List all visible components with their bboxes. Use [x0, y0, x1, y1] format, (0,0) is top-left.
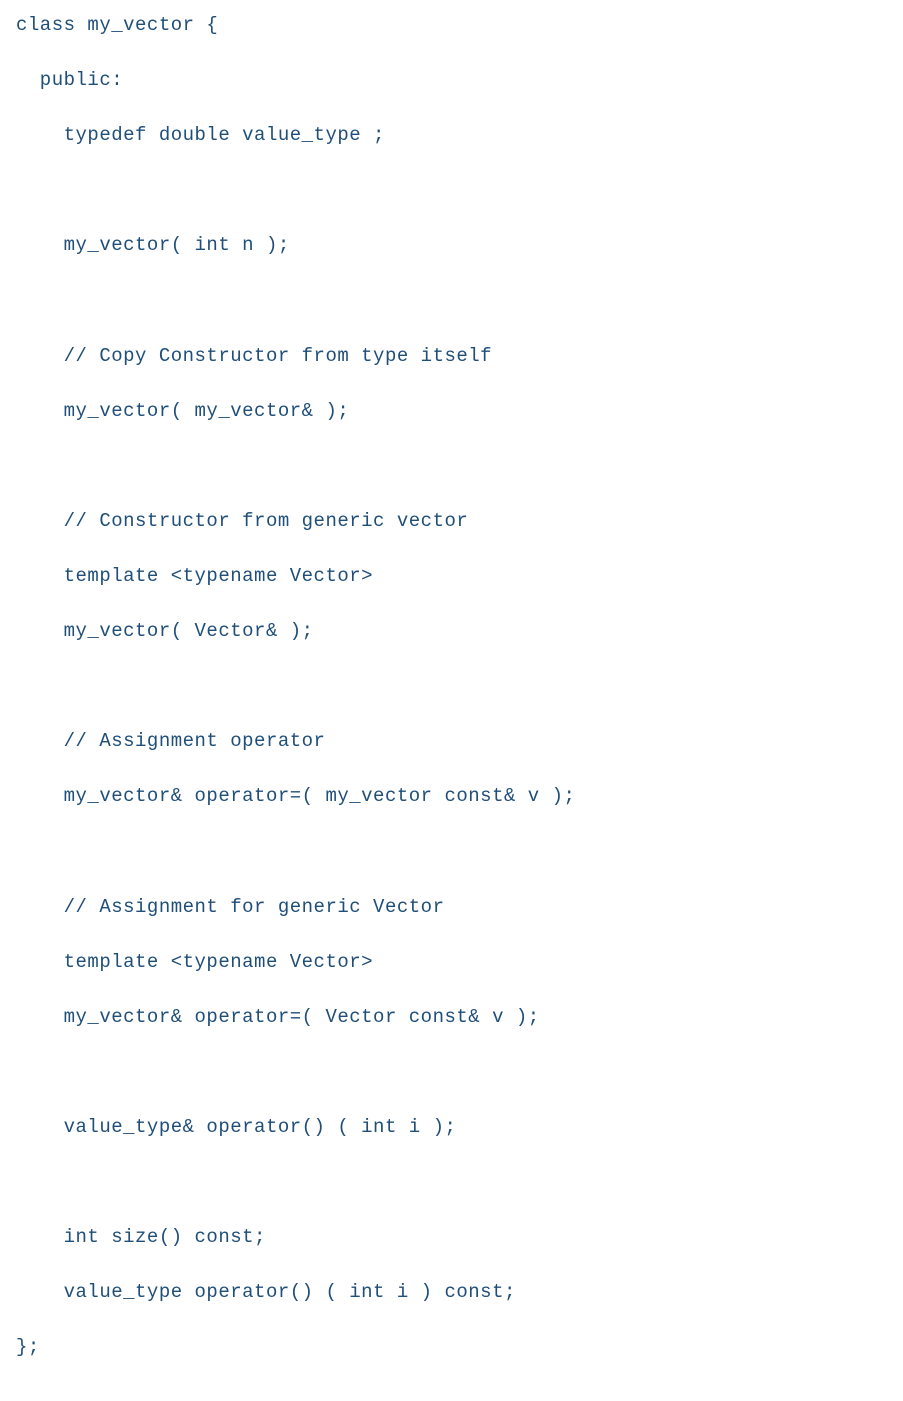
code-line: template <typename Vector> [16, 949, 887, 977]
code-line: my_vector( my_vector& ); [16, 398, 887, 426]
code-line [16, 177, 887, 205]
code-line [16, 673, 887, 701]
code-snippet: class my_vector { public: typedef double… [16, 12, 887, 1389]
code-line: // Constructor from generic vector [16, 508, 887, 536]
code-line [16, 1169, 887, 1197]
code-line: // Copy Constructor from type itself [16, 343, 887, 371]
code-line: }; [16, 1334, 887, 1362]
code-line: typedef double value_type ; [16, 122, 887, 150]
code-line: value_type& operator() ( int i ); [16, 1114, 887, 1142]
code-line [16, 453, 887, 481]
code-line: my_vector( int n ); [16, 232, 887, 260]
code-line: my_vector& operator=( Vector const& v ); [16, 1004, 887, 1032]
code-line: int size() const; [16, 1224, 887, 1252]
code-line [16, 1059, 887, 1087]
code-line: my_vector( Vector& ); [16, 618, 887, 646]
code-line [16, 287, 887, 315]
code-line: class my_vector { [16, 12, 887, 40]
code-line [16, 838, 887, 866]
code-line: // Assignment for generic Vector [16, 894, 887, 922]
code-line: value_type operator() ( int i ) const; [16, 1279, 887, 1307]
code-line: template <typename Vector> [16, 563, 887, 591]
code-line: // Assignment operator [16, 728, 887, 756]
code-line: my_vector& operator=( my_vector const& v… [16, 783, 887, 811]
code-line: public: [16, 67, 887, 95]
